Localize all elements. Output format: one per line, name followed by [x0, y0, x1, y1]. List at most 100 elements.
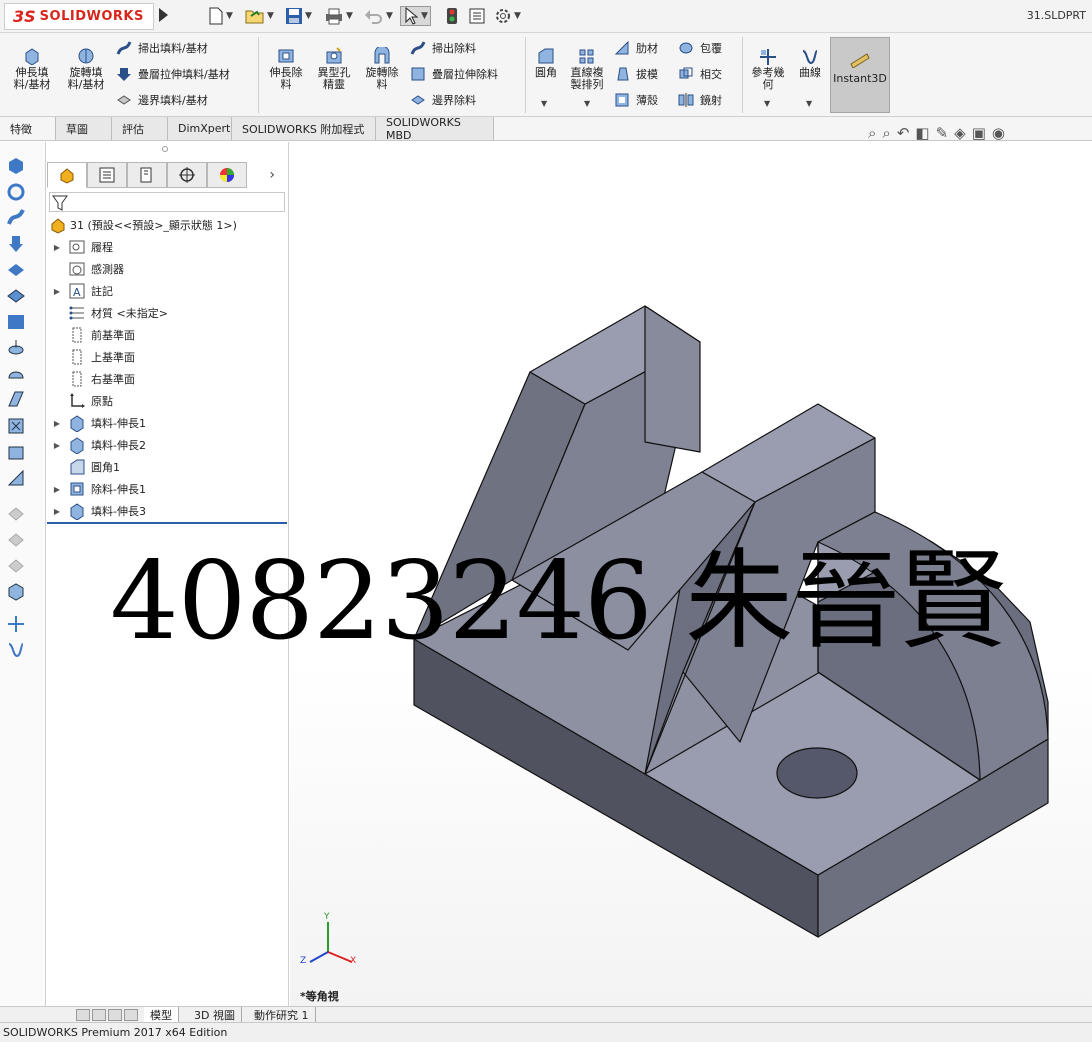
fillet-dropdown-icon[interactable]: ▼ [541, 99, 547, 108]
boundary-boss-icon[interactable] [6, 260, 26, 280]
rebuild-button[interactable] [446, 6, 458, 26]
tab-features[interactable]: 特徵 [0, 117, 56, 140]
reference-dropdown-icon[interactable]: ▼ [764, 99, 770, 108]
loft-boss-icon[interactable] [6, 234, 26, 254]
curves-dropdown-icon[interactable]: ▼ [806, 99, 812, 108]
more-tabs-chevron-icon[interactable]: › [247, 162, 275, 188]
file-properties-button[interactable] [468, 6, 486, 26]
revolve-cut-icon[interactable] [6, 364, 26, 384]
expand-arrow-icon[interactable]: ▶ [51, 419, 63, 428]
wrap-button[interactable]: 包覆 [678, 39, 722, 57]
expand-arrow-icon[interactable]: ▶ [51, 441, 63, 450]
orientation-triad[interactable] [298, 912, 362, 976]
open-button[interactable]: ▼ [245, 6, 274, 26]
tab-dimxpert[interactable]: DimXpert [168, 117, 232, 140]
fillet-icon[interactable] [6, 504, 26, 524]
tab-sketch[interactable]: 草圖 [56, 117, 112, 140]
previous-tab-icon[interactable] [92, 1009, 106, 1021]
linear-pattern-button[interactable]: 直線複 製排列 [566, 47, 608, 91]
chamfer-icon[interactable] [6, 530, 26, 550]
tree-item-material[interactable]: 材質 <未指定> [47, 302, 168, 324]
shell-button[interactable]: 薄殼 [614, 91, 658, 109]
mirror-button[interactable]: 鏡射 [678, 91, 722, 109]
tab-evaluate[interactable]: 評估 [112, 117, 168, 140]
next-tab-icon[interactable] [108, 1009, 122, 1021]
tab-configuration-manager[interactable] [127, 162, 167, 188]
print-button[interactable]: ▼ [324, 6, 353, 26]
tab-addins[interactable]: SOLIDWORKS 附加程式 [232, 117, 376, 140]
tree-item-origin[interactable]: 原點 [47, 390, 113, 412]
panel-grip-icon[interactable] [162, 146, 168, 152]
tree-item-boss-extrude2[interactable]: ▶ 填料-伸長2 [47, 434, 146, 456]
revolve-boss-icon[interactable] [6, 182, 26, 202]
tab-display-manager[interactable] [207, 162, 247, 188]
view-orientation-icon[interactable]: ◈ [954, 124, 966, 142]
reference-geometry-icon[interactable] [6, 614, 26, 634]
section-view-icon[interactable]: ◧ [915, 124, 929, 142]
tab-mbd[interactable]: SOLIDWORKS MBD [376, 116, 494, 142]
shell-icon[interactable] [6, 442, 26, 462]
display-style-icon[interactable]: ▣ [972, 124, 986, 142]
expand-arrow-icon[interactable]: ▶ [51, 287, 63, 296]
tab-model[interactable]: 模型 [144, 1007, 179, 1023]
expand-arrow-icon[interactable]: ▶ [51, 507, 63, 516]
rollback-bar[interactable] [47, 522, 287, 524]
extrude-boss-icon[interactable] [6, 156, 26, 176]
tree-filter-box[interactable] [49, 192, 285, 212]
pattern-dropdown-icon[interactable]: ▼ [584, 99, 590, 108]
draft-button[interactable]: 拔模 [614, 65, 658, 83]
boundary-boss-button[interactable]: 邊界填料/基材 [116, 91, 208, 109]
tab-motion-study[interactable]: 動作研究 1 [248, 1007, 316, 1023]
tree-item-annotations[interactable]: ▶ A 註記 [47, 280, 113, 302]
sweep-cut-icon[interactable] [6, 390, 26, 410]
expand-arrow-icon[interactable]: ▶ [51, 485, 63, 494]
curves-button[interactable]: 曲線 [794, 47, 826, 79]
hide-show-icon[interactable]: ◉ [992, 124, 1005, 142]
tab-property-manager[interactable] [87, 162, 127, 188]
sweep-boss-button[interactable]: 掃出填料/基材 [116, 39, 208, 57]
solidworks-logo[interactable]: 3S SOLIDWORKS [4, 3, 154, 30]
curves-icon[interactable] [6, 640, 26, 660]
last-tab-icon[interactable] [124, 1009, 138, 1021]
tree-item-boss-extrude1[interactable]: ▶ 填料-伸長1 [47, 412, 146, 434]
zoom-to-fit-icon[interactable]: ⌕ [868, 124, 876, 142]
tree-item-sensors[interactable]: 感測器 [47, 258, 124, 280]
tree-root-part[interactable]: 31 (預設<<預設>_顯示狀態 1>) [47, 214, 237, 236]
rib-button[interactable]: 肋材 [614, 39, 658, 57]
tree-item-top-plane[interactable]: 上基準面 [47, 346, 135, 368]
previous-view-icon[interactable]: ↶ [897, 124, 910, 142]
hole-wizard-icon[interactable] [6, 338, 26, 358]
new-document-button[interactable]: ▼ [208, 6, 233, 26]
loft-boss-button[interactable]: 疊層拉伸填料/基材 [116, 65, 230, 83]
extrude-cut-button[interactable]: 伸長除 料 [264, 47, 308, 91]
menu-expand-icon[interactable] [159, 8, 168, 22]
undo-button[interactable]: ▼ [364, 6, 393, 26]
sweep-boss-icon[interactable] [6, 208, 26, 228]
tab-feature-tree[interactable] [47, 162, 87, 188]
fillet-button[interactable]: 圓角 [530, 47, 562, 79]
extrude-boss-button[interactable]: 伸長填 料/基材 [8, 47, 56, 91]
delete-body-icon[interactable] [6, 416, 26, 436]
tab-dimxpert-manager[interactable] [167, 162, 207, 188]
tree-item-right-plane[interactable]: 右基準面 [47, 368, 135, 390]
select-button[interactable]: ▼ [400, 6, 431, 26]
tree-item-history[interactable]: ▶ 履程 [47, 236, 113, 258]
draft-icon[interactable] [6, 556, 26, 576]
expand-arrow-icon[interactable]: ▶ [51, 243, 63, 252]
rib-icon[interactable] [6, 468, 26, 488]
tree-item-front-plane[interactable]: 前基準面 [47, 324, 135, 346]
revolve-cut-button[interactable]: 旋轉除 料 [360, 47, 404, 91]
reference-geometry-button[interactable]: 參考幾 何 [746, 47, 790, 91]
sweep-cut-button[interactable]: 掃出除料 [410, 39, 476, 57]
tab-3d-views[interactable]: 3D 視圖 [188, 1007, 242, 1023]
revolve-boss-button[interactable]: 旋轉填 料/基材 [62, 47, 110, 91]
intersect-button[interactable]: 相交 [678, 65, 722, 83]
plane-icon[interactable] [6, 312, 26, 332]
tree-item-fillet1[interactable]: 圓角1 [47, 456, 120, 478]
zoom-to-area-icon[interactable]: ⌕ [882, 124, 890, 142]
tree-item-cut-extrude1[interactable]: ▶ 除料-伸長1 [47, 478, 146, 500]
loft-cut-button[interactable]: 疊層拉伸除料 [410, 65, 498, 83]
first-tab-icon[interactable] [76, 1009, 90, 1021]
save-button[interactable]: ▼ [285, 6, 312, 26]
intersect-icon[interactable] [6, 582, 26, 602]
